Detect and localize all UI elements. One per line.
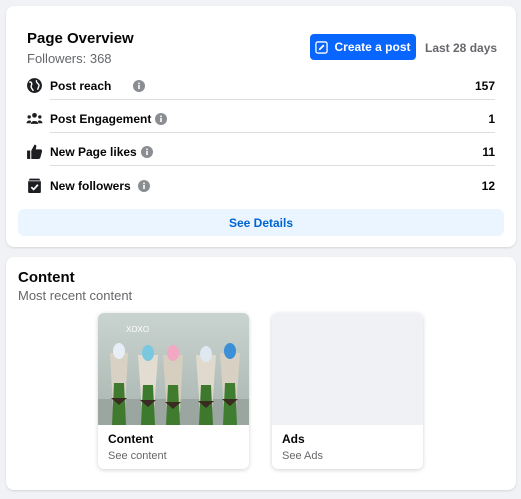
date-range-label: Last 28 days xyxy=(425,41,498,55)
metric-value: 11 xyxy=(482,145,495,159)
see-details-button[interactable]: See Details xyxy=(18,209,504,236)
tile-subtitle: See Ads xyxy=(282,450,323,462)
info-icon[interactable] xyxy=(155,113,167,125)
divider xyxy=(50,165,495,166)
divider xyxy=(50,99,495,100)
globe-icon xyxy=(27,78,42,93)
metric-row-post-engagement: Post Engagement 1 xyxy=(26,107,495,133)
content-tile[interactable]: XOXO Content See content xyxy=(98,313,249,469)
followers-count: Followers: 368 xyxy=(27,51,112,66)
divider xyxy=(50,132,495,133)
ads-tile[interactable]: Ads See Ads xyxy=(272,313,423,469)
edit-icon xyxy=(315,40,329,54)
info-icon[interactable] xyxy=(141,146,153,158)
page-overview-card: Page Overview Followers: 368 Create a po… xyxy=(6,6,516,247)
create-post-button[interactable]: Create a post xyxy=(310,34,416,60)
ads-placeholder-image xyxy=(272,313,423,425)
metric-label: Post Engagement xyxy=(50,112,152,126)
thumbs-up-icon xyxy=(27,144,43,159)
tile-title: Content xyxy=(108,432,154,446)
people-icon xyxy=(26,112,43,124)
content-section-title: Content xyxy=(18,269,75,286)
metric-label: New followers xyxy=(50,179,131,193)
tile-subtitle: See content xyxy=(108,450,167,462)
metric-row-new-followers: New followers 12 xyxy=(26,174,495,199)
follow-check-icon xyxy=(28,178,41,193)
metric-row-new-page-likes: New Page likes 11 xyxy=(26,140,495,166)
content-card: Content Most recent content XOXO Content… xyxy=(6,257,516,490)
image-caption: XOXO xyxy=(126,325,149,334)
info-icon[interactable] xyxy=(138,180,150,192)
info-icon[interactable] xyxy=(133,80,145,92)
create-post-label: Create a post xyxy=(334,40,411,54)
metric-value: 1 xyxy=(488,112,495,126)
tulip-bouquet-image: XOXO xyxy=(98,313,249,425)
metric-row-post-reach: Post reach 157 xyxy=(26,74,495,100)
metric-value: 12 xyxy=(481,179,495,193)
page-overview-title: Page Overview xyxy=(27,30,134,47)
content-section-subtitle: Most recent content xyxy=(18,288,133,303)
metric-label: Post reach xyxy=(50,79,112,93)
metric-value: 157 xyxy=(474,79,495,93)
tile-title: Ads xyxy=(282,432,305,446)
metric-label: New Page likes xyxy=(50,145,137,159)
